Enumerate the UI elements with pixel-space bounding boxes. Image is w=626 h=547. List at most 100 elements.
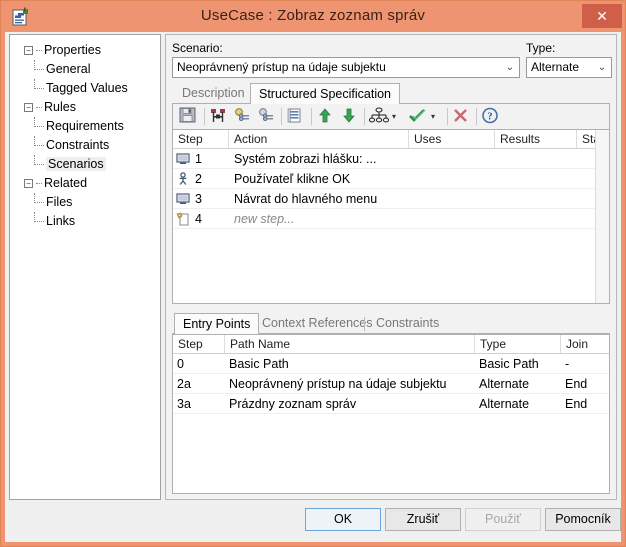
steps-table-header: Step Action Uses Results State xyxy=(173,130,609,149)
delete-cross-icon[interactable] xyxy=(452,107,472,126)
cancel-button[interactable]: Zrušiť xyxy=(385,508,461,531)
chevron-down-icon[interactable]: ⌄ xyxy=(501,58,519,77)
entry-points-table[interactable]: Step Path Name Type Join 0 Basic Path Ba… xyxy=(172,334,610,494)
tab-structured-specification[interactable]: Structured Specification xyxy=(250,83,401,105)
tab-entry-points[interactable]: Entry Points xyxy=(174,313,260,335)
table-row[interactable]: 2 Používateľ klikne OK xyxy=(173,169,609,189)
cell-step: 4 xyxy=(195,212,202,226)
steps-table-scrollbar[interactable] xyxy=(595,130,609,303)
list-view-icon[interactable] xyxy=(286,107,306,126)
tree-item-scenarios[interactable]: Scenarios xyxy=(10,155,160,174)
cell-action: Systém zobrazi hlášku: ... xyxy=(234,152,377,166)
tree-item-label: Related xyxy=(44,176,88,190)
hierarchy-icon[interactable] xyxy=(368,107,390,126)
tree-item-properties[interactable]: − Properties xyxy=(10,41,160,60)
type-dropdown[interactable]: Alternate ⌄ xyxy=(526,57,612,78)
toolbar-separator xyxy=(281,108,282,125)
tree-item-constraints[interactable]: Constraints xyxy=(10,136,160,155)
expander-icon[interactable]: − xyxy=(24,103,33,112)
cell-step: 1 xyxy=(195,152,202,166)
column-header-uses[interactable]: Uses xyxy=(409,130,495,148)
ok-button[interactable]: OK xyxy=(305,508,381,531)
tree-connector xyxy=(36,50,42,51)
toolbar-separator xyxy=(311,108,312,125)
table-row[interactable]: 3a Prázdny zoznam správ Alternate End xyxy=(173,394,609,414)
column-header-results[interactable]: Results xyxy=(495,130,577,148)
validate-check-icon[interactable] xyxy=(408,107,428,126)
column-header-join[interactable]: Join xyxy=(561,335,609,353)
link-step-icon[interactable] xyxy=(233,107,253,126)
cell-path-name: Basic Path xyxy=(229,357,289,371)
tree-connector xyxy=(34,136,44,146)
cell-join: End xyxy=(565,397,588,411)
help-button[interactable]: Pomocník xyxy=(545,508,621,531)
column-header-type[interactable]: Type xyxy=(475,335,561,353)
save-icon[interactable] xyxy=(179,107,199,126)
move-down-icon[interactable] xyxy=(340,107,360,126)
column-header-step[interactable]: Step xyxy=(173,335,225,353)
tree-item-requirements[interactable]: Requirements xyxy=(10,117,160,136)
scenario-value: Neoprávnený prístup na údaje subjektu xyxy=(177,60,386,74)
tree-connector xyxy=(34,193,44,203)
table-row[interactable]: 3 Návrat do hlavného menu xyxy=(173,189,609,209)
cell-uses xyxy=(409,149,495,169)
tree-item-label: Tagged Values xyxy=(46,81,128,95)
tree-item-rules[interactable]: − Rules xyxy=(10,98,160,117)
tree-item-label: Properties xyxy=(44,43,101,57)
table-row[interactable]: 2a Neoprávnený prístup na údaje subjektu… xyxy=(173,374,609,394)
toolbar-separator xyxy=(364,108,365,125)
tree-item-label: Requirements xyxy=(46,119,124,133)
entry-points-tabs: Entry Points Context References Constrai… xyxy=(172,313,610,335)
table-row[interactable]: 0 Basic Path Basic Path - xyxy=(173,354,609,374)
move-up-icon[interactable] xyxy=(316,107,336,126)
cell-results xyxy=(495,169,577,189)
properties-tree[interactable]: − Properties General Tagged Values − Rul… xyxy=(9,34,161,500)
cell-step: 3 xyxy=(195,192,202,206)
expander-icon[interactable]: − xyxy=(24,46,33,55)
cell-step: 2 xyxy=(195,172,202,186)
toolbar-separator xyxy=(447,108,448,125)
steps-toolbar: ▾ ▾ ? xyxy=(172,104,610,129)
chevron-down-icon[interactable]: ⌄ xyxy=(593,58,611,77)
scenario-dropdown[interactable]: Neoprávnený prístup na údaje subjektu ⌄ xyxy=(172,57,520,78)
tab-constraints[interactable]: Constraints xyxy=(368,313,447,334)
tree-connector xyxy=(34,79,44,89)
scenario-label: Scenario: xyxy=(172,41,223,55)
hierarchy-dropdown-caret[interactable]: ▾ xyxy=(392,113,399,121)
type-label: Type: xyxy=(526,41,556,55)
cell-results xyxy=(495,149,577,169)
tree-item-links[interactable]: Links xyxy=(10,212,160,231)
toolbar-separator xyxy=(204,108,205,125)
cell-action-placeholder[interactable]: new step... xyxy=(229,209,407,229)
close-button[interactable]: ✕ xyxy=(582,4,622,28)
tab-context-references[interactable]: Context References xyxy=(254,313,380,334)
type-value: Alternate xyxy=(531,60,580,74)
tree-item-related[interactable]: − Related xyxy=(10,174,160,193)
table-row-new-step[interactable]: 4 new step... xyxy=(173,209,609,229)
column-header-step[interactable]: Step xyxy=(173,130,229,148)
tree-item-files[interactable]: Files xyxy=(10,193,160,212)
column-header-path-name[interactable]: Path Name xyxy=(225,335,475,353)
system-monitor-icon xyxy=(176,152,190,166)
tab-description[interactable]: Description xyxy=(174,83,253,104)
tree-item-general[interactable]: General xyxy=(10,60,160,79)
actor-person-icon xyxy=(176,172,190,186)
cell-type: Alternate xyxy=(479,397,530,411)
unlink-step-icon[interactable] xyxy=(257,107,277,126)
column-header-action[interactable]: Action xyxy=(229,130,409,148)
steps-table[interactable]: Step Action Uses Results State 1 xyxy=(172,129,610,304)
tree-item-label: Scenarios xyxy=(46,157,106,171)
dialog-client-area: − Properties General Tagged Values − Rul… xyxy=(5,32,621,542)
cell-uses xyxy=(409,189,495,209)
cell-uses xyxy=(409,209,495,229)
validate-dropdown-caret[interactable]: ▾ xyxy=(431,113,438,121)
cell-step: 2a xyxy=(177,377,191,391)
tree-item-tagged-values[interactable]: Tagged Values xyxy=(10,79,160,98)
insert-step-icon[interactable] xyxy=(209,107,229,126)
expander-icon[interactable]: − xyxy=(24,179,33,188)
help-icon[interactable]: ? xyxy=(481,107,501,126)
tree-connector xyxy=(34,60,44,70)
table-row[interactable]: 1 Systém zobrazi hlášku: ... xyxy=(173,149,609,169)
window-title: UseCase : Zobraz zoznam správ xyxy=(200,7,426,24)
entry-points-table-header: Step Path Name Type Join xyxy=(173,335,609,354)
